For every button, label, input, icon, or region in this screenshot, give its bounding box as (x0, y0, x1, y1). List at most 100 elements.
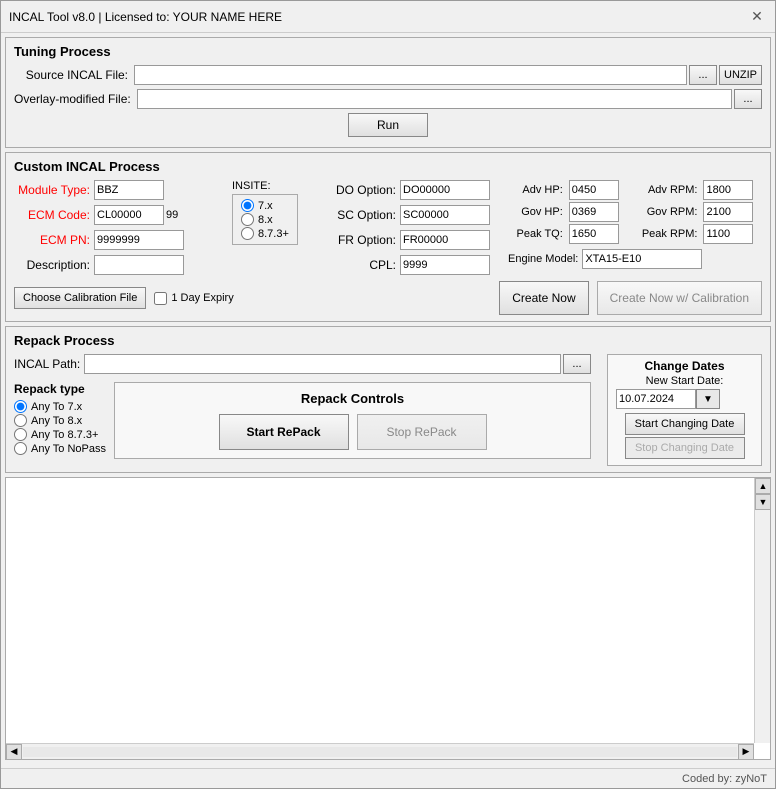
do-option-row: DO Option: (320, 180, 500, 200)
gov-hp-input[interactable] (569, 202, 619, 222)
module-type-input[interactable] (94, 180, 164, 200)
gov-hp-label: Gov HP: (508, 206, 563, 218)
repack-type-label: Repack type (14, 382, 106, 396)
ecm-suffix: 99 (166, 209, 178, 221)
repack-nopass-radio[interactable] (14, 442, 27, 455)
cpl-label: CPL: (320, 258, 400, 272)
create-now-calibration-button[interactable]: Create Now w/ Calibration (597, 281, 762, 315)
repack-873-radio[interactable] (14, 428, 27, 441)
do-option-input[interactable] (400, 180, 490, 200)
horizontal-scrollbar[interactable]: ◀ ▶ (6, 743, 754, 759)
incal-path-input[interactable] (84, 354, 561, 374)
gov-rpm-label: Gov RPM: (633, 206, 697, 218)
day-expiry-checkbox[interactable] (154, 292, 167, 305)
custom-incal-bottom-row: Choose Calibration File 1 Day Expiry Cre… (14, 281, 762, 315)
ecm-pn-label: ECM PN: (14, 233, 94, 247)
module-type-row: Module Type: (14, 180, 224, 200)
insite-8x-option[interactable]: 8.x (241, 213, 289, 226)
description-label: Description: (14, 258, 94, 272)
gov-rpm-input[interactable] (703, 202, 753, 222)
choose-calibration-button[interactable]: Choose Calibration File (14, 287, 146, 309)
repack-controls-title: Repack Controls (123, 391, 582, 406)
unzip-button[interactable]: UNZIP (719, 65, 762, 85)
overlay-file-label: Overlay-modified File: (14, 92, 137, 106)
change-dates-title: Change Dates (616, 359, 753, 373)
do-option-label: DO Option: (320, 183, 400, 197)
engine-model-input[interactable] (582, 249, 702, 269)
window-title: INCAL Tool v8.0 | Licensed to: YOUR NAME… (9, 10, 282, 24)
sc-option-row: SC Option: (320, 205, 500, 225)
insite-873-radio[interactable] (241, 227, 254, 240)
vertical-scrollbar[interactable]: ▲ ▼ (754, 478, 770, 743)
engine-model-label: Engine Model: (508, 253, 582, 265)
overlay-file-input[interactable] (137, 89, 732, 109)
start-repack-button[interactable]: Start RePack (219, 414, 349, 450)
insite-7x-radio[interactable] (241, 199, 254, 212)
cpl-row: CPL: (320, 255, 500, 275)
repack-8x-option[interactable]: Any To 8.x (14, 414, 106, 427)
scroll-left-arrow[interactable]: ◀ (6, 744, 22, 760)
engine-model-row: Engine Model: (508, 249, 762, 269)
title-bar: INCAL Tool v8.0 | Licensed to: YOUR NAME… (1, 1, 775, 33)
bottom-content-area: ▲ ▼ ◀ ▶ (5, 477, 771, 760)
adv-hp-label: Adv HP: (508, 184, 563, 196)
day-expiry-text: 1 Day Expiry (171, 292, 233, 304)
source-file-row: Source INCAL File: ... UNZIP (14, 65, 762, 85)
repack-7x-option[interactable]: Any To 7.x (14, 400, 106, 413)
ecm-code-row: ECM Code: 99 (14, 205, 224, 225)
overlay-browse-button[interactable]: ... (734, 89, 762, 109)
sc-option-input[interactable] (400, 205, 490, 225)
tuning-process-section: Tuning Process Source INCAL File: ... UN… (5, 37, 771, 148)
repack-controls-box: Repack Controls Start RePack Stop RePack (114, 382, 591, 459)
incal-path-row: INCAL Path: ... (14, 354, 591, 374)
scroll-track (23, 747, 737, 757)
peak-rpm-label: Peak RPM: (633, 228, 697, 240)
peak-rpm-input[interactable] (703, 224, 753, 244)
source-file-label: Source INCAL File: (14, 68, 134, 82)
insite-label: INSITE: (232, 180, 271, 192)
peak-tq-input[interactable] (569, 224, 619, 244)
close-button[interactable]: ✕ (747, 7, 767, 27)
adv-rpm-label: Adv RPM: (633, 184, 697, 196)
create-now-button[interactable]: Create Now (499, 281, 588, 315)
date-picker-button[interactable]: ▼ (696, 389, 720, 409)
repack-nopass-option[interactable]: Any To NoPass (14, 442, 106, 455)
repack-7x-radio[interactable] (14, 400, 27, 413)
stop-repack-button[interactable]: Stop RePack (357, 414, 487, 450)
fr-option-row: FR Option: (320, 230, 500, 250)
source-file-input[interactable] (134, 65, 687, 85)
insite-7x-option[interactable]: 7.x (241, 199, 289, 212)
ecm-pn-input[interactable] (94, 230, 184, 250)
fr-option-input[interactable] (400, 230, 490, 250)
cpl-input[interactable] (400, 255, 490, 275)
custom-incal-title: Custom INCAL Process (14, 159, 762, 174)
adv-rpm-input[interactable] (703, 180, 753, 200)
date-input[interactable] (616, 389, 696, 409)
adv-hp-input[interactable] (569, 180, 619, 200)
incal-path-browse-button[interactable]: ... (563, 354, 591, 374)
start-changing-date-button[interactable]: Start Changing Date (625, 413, 745, 435)
window-content: Tuning Process Source INCAL File: ... UN… (1, 33, 775, 768)
run-button[interactable]: Run (348, 113, 428, 137)
scroll-right-arrow[interactable]: ▶ (738, 744, 754, 760)
sc-option-label: SC Option: (320, 208, 400, 222)
repack-type-radio-group: Any To 7.x Any To 8.x Any To 8.7.3+ Any … (14, 398, 106, 457)
repack-873-option[interactable]: Any To 8.7.3+ (14, 428, 106, 441)
repack-section-title: Repack Process (14, 333, 762, 348)
repack-buttons: Start RePack Stop RePack (123, 414, 582, 450)
scroll-up-arrow[interactable]: ▲ (755, 478, 771, 494)
insite-8x-radio[interactable] (241, 213, 254, 226)
day-expiry-label[interactable]: 1 Day Expiry (154, 292, 233, 305)
source-browse-button[interactable]: ... (689, 65, 717, 85)
insite-873-option[interactable]: 8.7.3+ (241, 227, 289, 240)
ecm-pn-row: ECM PN: (14, 230, 224, 250)
scroll-down-arrow[interactable]: ▼ (755, 494, 771, 510)
change-dates-section: Change Dates New Start Date: ▼ Start Cha… (607, 354, 762, 466)
stop-changing-date-button[interactable]: Stop Changing Date (625, 437, 745, 459)
hp-rpm-grid: Adv HP: Adv RPM: Gov HP: Gov RPM: Peak T… (508, 180, 762, 244)
status-bar: Coded by: zyNoT (1, 768, 775, 788)
ecm-code-input[interactable] (94, 205, 164, 225)
repack-8x-radio[interactable] (14, 414, 27, 427)
fr-option-label: FR Option: (320, 233, 400, 247)
description-input[interactable] (94, 255, 184, 275)
